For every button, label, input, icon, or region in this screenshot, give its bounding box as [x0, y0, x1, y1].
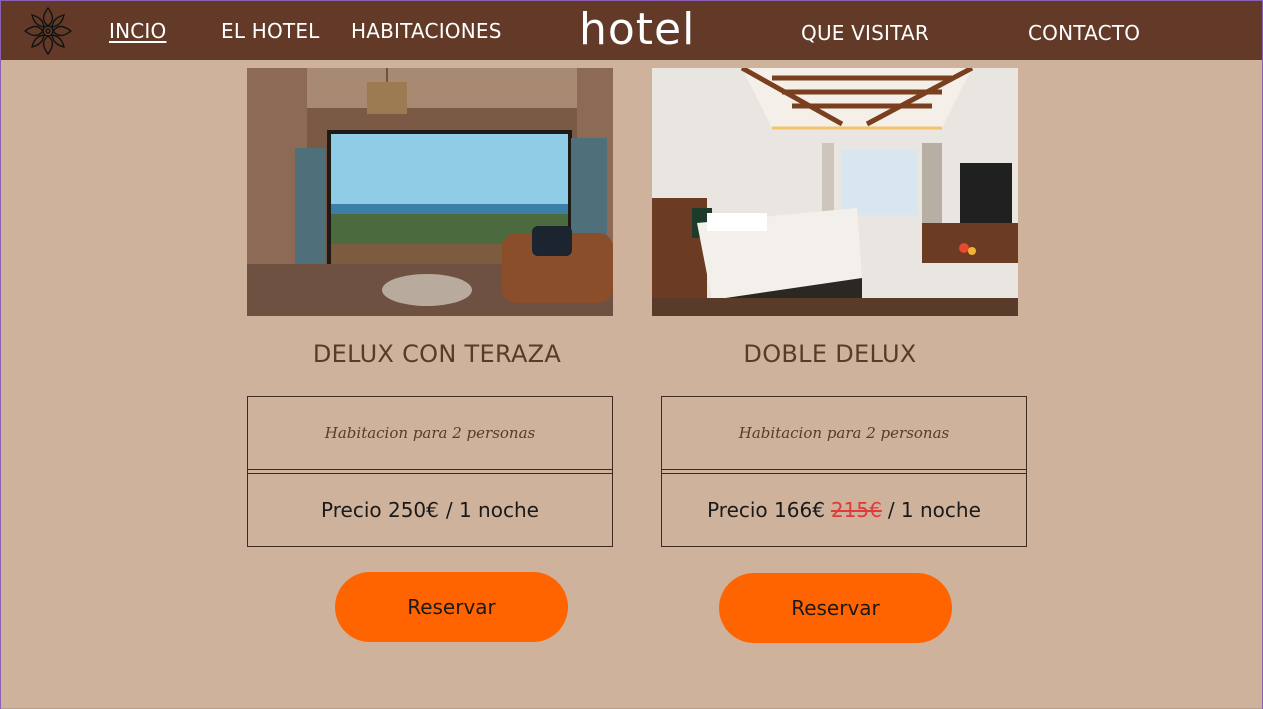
nav-item-el-hotel[interactable]: EL HOTEL [221, 17, 320, 45]
room-info-box: Habitacion para 2 personas Precio 250€ /… [247, 396, 613, 547]
price-suffix: / 1 noche [445, 498, 539, 522]
reserve-button[interactable]: Reservar [719, 573, 952, 643]
ornamental-mandala-icon[interactable] [23, 6, 73, 56]
price-current: Precio 166€ [707, 498, 825, 522]
price-old-strikethrough: 215€ [830, 498, 882, 522]
room-title: DELUX CON TERAZA [312, 340, 562, 368]
nav-item-contacto[interactable]: CONTACTO [1028, 19, 1140, 47]
double-bedroom-photo [652, 68, 1018, 316]
room-description: Habitacion para 2 personas [662, 397, 1026, 470]
price-suffix: / 1 noche [887, 498, 981, 522]
room-terrace-ocean-view-photo [247, 68, 613, 316]
brand-title[interactable]: hotel [579, 3, 695, 57]
nav-item-habitaciones[interactable]: HABITACIONES [351, 17, 502, 45]
nav-item-que-visitar[interactable]: QUE VISITAR [801, 19, 929, 47]
nav-item-inicio[interactable]: INCIO [109, 17, 166, 45]
price-current: Precio 250€ [321, 498, 439, 522]
room-price: Precio 166€ 215€ / 1 noche [662, 474, 1026, 546]
reserve-button[interactable]: Reservar [335, 572, 568, 642]
room-price: Precio 250€ / 1 noche [248, 474, 612, 546]
top-navigation-bar: INCIO EL HOTEL HABITACIONES hotel QUE VI… [1, 0, 1262, 60]
room-info-box: Habitacion para 2 personas Precio 166€ 2… [661, 396, 1027, 547]
room-description: Habitacion para 2 personas [248, 397, 612, 470]
room-title: DOBLE DELUX [743, 340, 917, 368]
